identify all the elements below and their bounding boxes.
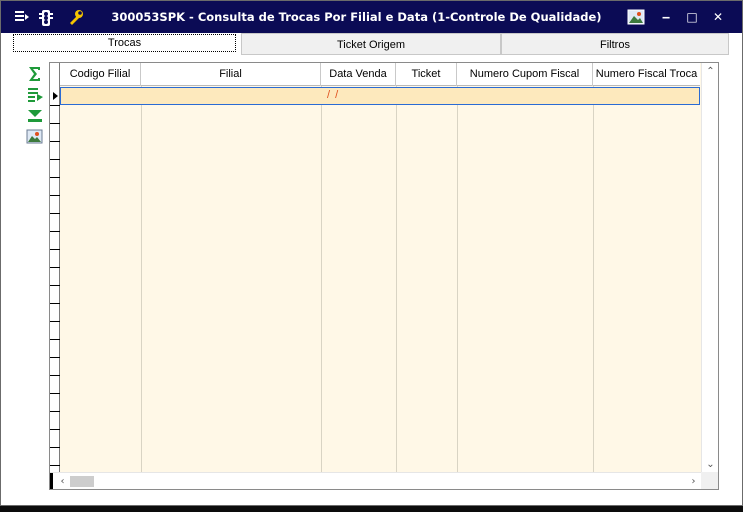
image-icon[interactable] xyxy=(25,128,45,146)
app-window: 300053SPK - Consulta de Trocas Por Filia… xyxy=(0,0,743,506)
col-numero-fiscal-troca[interactable]: Numero Fiscal Troca xyxy=(593,63,700,86)
row-header-divider xyxy=(50,339,60,340)
row-header-column xyxy=(50,63,60,473)
horizontal-scrollbar[interactable]: ‹ › xyxy=(50,472,702,489)
row-header-divider xyxy=(50,141,60,142)
frozen-column-marker xyxy=(50,473,53,489)
minimize-button[interactable]: ‒ xyxy=(657,9,675,25)
picture-icon[interactable] xyxy=(627,9,645,25)
row-header-divider xyxy=(50,231,60,232)
current-row-indicator-icon xyxy=(53,92,58,100)
col-codigo-filial[interactable]: Codigo Filial xyxy=(60,63,141,86)
side-toolbar xyxy=(23,65,47,155)
row-header-divider xyxy=(50,447,60,448)
row-header-divider xyxy=(50,375,60,376)
tab-trocas[interactable]: Trocas xyxy=(13,34,236,52)
window-title: 300053SPK - Consulta de Trocas Por Filia… xyxy=(111,10,602,24)
row-header-divider xyxy=(50,123,60,124)
scroll-right-icon[interactable]: › xyxy=(685,473,702,489)
row-header-divider xyxy=(50,267,60,268)
data-grid[interactable]: Codigo Filial Filial Data Venda Ticket N… xyxy=(49,62,719,490)
scroll-left-icon[interactable]: ‹ xyxy=(54,473,71,489)
scroll-down-icon[interactable]: ⌄ xyxy=(702,456,718,473)
column-divider xyxy=(457,86,458,473)
taskbar-strip xyxy=(0,506,743,512)
export-icon[interactable] xyxy=(25,86,45,104)
column-divider xyxy=(321,86,322,473)
column-divider xyxy=(593,86,594,473)
row-header-divider xyxy=(50,465,60,466)
column-divider xyxy=(396,86,397,473)
sum-icon[interactable] xyxy=(25,65,45,83)
table-row[interactable]: / / xyxy=(60,87,700,105)
maximize-button[interactable]: □ xyxy=(683,9,701,25)
col-numero-cupom-fiscal[interactable]: Numero Cupom Fiscal xyxy=(457,63,593,86)
cell-data-venda[interactable]: / / xyxy=(327,89,339,101)
traffic-light-icon[interactable] xyxy=(37,9,55,26)
filter-icon[interactable] xyxy=(25,107,45,125)
row-header-divider xyxy=(50,105,60,106)
scrollbar-corner xyxy=(701,472,718,489)
row-header-divider xyxy=(50,393,60,394)
close-button[interactable]: ✕ xyxy=(709,9,727,25)
column-divider xyxy=(141,86,142,473)
row-header-divider xyxy=(50,285,60,286)
title-bar[interactable]: 300053SPK - Consulta de Trocas Por Filia… xyxy=(1,1,742,33)
row-header-divider xyxy=(50,177,60,178)
column-header-row: Codigo Filial Filial Data Venda Ticket N… xyxy=(60,63,700,86)
row-header-divider xyxy=(50,249,60,250)
col-data-venda[interactable]: Data Venda xyxy=(321,63,396,86)
row-header-divider xyxy=(50,213,60,214)
horizontal-scroll-thumb[interactable] xyxy=(70,476,94,487)
tab-ticket-origem[interactable]: Ticket Origem xyxy=(241,33,501,55)
row-header-divider xyxy=(50,411,60,412)
row-header-divider xyxy=(50,321,60,322)
col-filial[interactable]: Filial xyxy=(141,63,321,86)
scroll-up-icon[interactable]: ⌃ xyxy=(702,63,718,80)
row-header-divider xyxy=(50,159,60,160)
vertical-scrollbar[interactable]: ⌃ ⌄ xyxy=(701,63,718,473)
row-header-divider xyxy=(50,357,60,358)
tab-bar: Trocas Ticket Origem Filtros xyxy=(11,33,729,55)
wrench-icon[interactable] xyxy=(67,9,85,25)
row-header-divider xyxy=(50,429,60,430)
menu-icon[interactable] xyxy=(13,9,31,25)
col-ticket[interactable]: Ticket xyxy=(396,63,457,86)
tab-filtros[interactable]: Filtros xyxy=(501,33,729,55)
row-header-divider xyxy=(50,195,60,196)
row-header-divider xyxy=(50,303,60,304)
